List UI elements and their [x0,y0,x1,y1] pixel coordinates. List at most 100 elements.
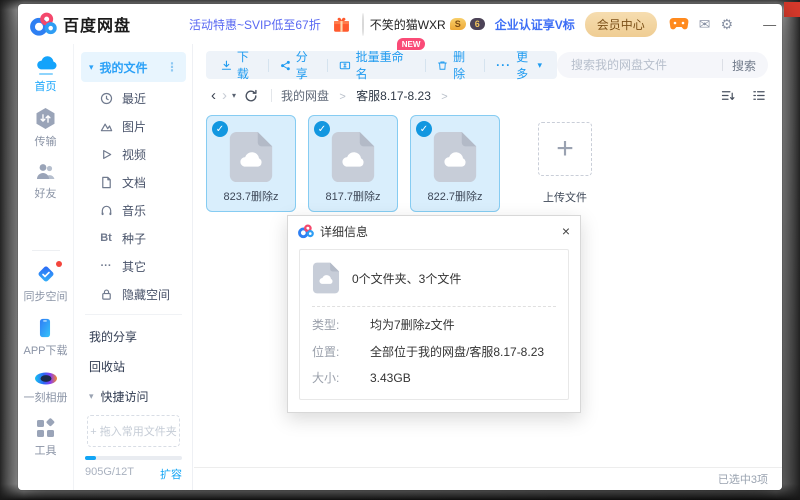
dialog-header: 详细信息 × [288,216,580,246]
batch-rename-label: 批量重命名 [356,48,407,82]
sidebar-item-videos[interactable]: 视频 [75,140,192,168]
clock-icon [99,91,113,105]
delete-button[interactable]: 删除 [426,48,484,82]
sidebar-item-my-files[interactable]: ▾ 我的文件 ⋮ [81,52,186,82]
sidebar-item-music[interactable]: 音乐 [75,196,192,224]
upload-label: 上传文件 [543,189,587,205]
file-card-1[interactable]: ✓ 823.7删除z [206,115,296,212]
enterprise-cert-link[interactable]: 企业认证享V标 [495,16,575,33]
storage-progress-fill [85,456,96,460]
breadcrumb-row: ‹ › ▾ 我的网盘 > 客服8.17-8.23 > [194,82,782,110]
search-box[interactable]: 搜索 [557,52,768,78]
sidebar-divider [85,314,182,315]
sidebar-item-recent[interactable]: 最近 [75,84,192,112]
details-dialog: 详细信息 × 0个文件夹、3个文件 类型: 均为7删除z文件 位置: [287,215,581,413]
detail-row-location: 位置: 全部位于我的网盘/客服8.17-8.23 [312,345,556,361]
plus-icon[interactable]: + [538,122,592,176]
selected-check-icon[interactable]: ✓ [314,121,330,137]
breadcrumb-current[interactable]: 客服8.17-8.23 [356,89,431,103]
rail-item-yike-album[interactable]: 一刻相册 [24,371,68,405]
gift-icon[interactable] [333,16,350,33]
rail-label-yike-album: 一刻相册 [24,389,68,405]
favorite-folder-dropzone[interactable]: + 拖入常用文件夹 [87,415,180,447]
rail-item-friends[interactable]: 好友 [34,162,58,201]
username[interactable]: 不笑的猫WXR [370,16,446,33]
hidden-space-label: 隐藏空间 [122,286,170,303]
refresh-button[interactable] [244,89,258,103]
documents-label: 文档 [122,174,146,191]
sidebar-item-torrents[interactable]: Bt 种子 [75,224,192,252]
rail-item-home[interactable]: 首页 [33,54,59,94]
upload-file-button[interactable]: + 上传文件 [520,115,610,212]
sort-button[interactable] [721,89,736,102]
storage-progress-bar[interactable] [85,456,182,460]
sidebar-item-hidden-space[interactable]: 隐藏空间 [75,280,192,308]
headphones-icon [99,203,113,217]
torrents-label: 种子 [122,230,146,247]
svip-badge[interactable]: S [450,18,466,30]
nav-forward-button[interactable]: › [219,87,230,104]
friends-people-icon [34,162,58,182]
search-input[interactable] [569,57,716,73]
rail-label-home: 首页 [35,78,57,94]
rail-item-transfer[interactable]: 传输 [34,107,57,149]
sidebar-item-quick-access[interactable]: ▾ 快捷访问 [75,381,192,411]
sidebar-item-recycle-bin[interactable]: 回收站 [75,351,192,381]
download-button[interactable]: 下载 [210,48,268,82]
rail-label-sync-space: 同步空间 [24,288,68,304]
selected-check-icon[interactable]: ✓ [416,121,432,137]
rail-label-app-download: APP下载 [23,342,67,358]
messages-icon[interactable]: ✉ [699,16,711,33]
kebab-menu-icon[interactable]: ⋮ [166,60,178,74]
trash-icon [437,59,448,72]
search-button[interactable]: 搜索 [732,57,756,74]
app-download-phone-icon [34,317,56,339]
status-bar: 已选中3项 [194,467,782,490]
nav-back-button[interactable]: ‹ [208,87,219,104]
document-icon [99,175,113,189]
sidebar-item-pictures[interactable]: 图片 [75,112,192,140]
member-center-button[interactable]: 会员中心 [585,12,657,37]
picture-icon [99,119,113,133]
sidebar-item-documents[interactable]: 文档 [75,168,192,196]
cloud-home-icon [33,54,59,72]
collapse-caret-icon[interactable]: ▾ [89,62,94,73]
quick-access-caret-icon[interactable]: ▾ [89,391,94,402]
videos-label: 视频 [122,146,146,163]
view-mode-button[interactable] [752,89,766,102]
file-grid: ✓ 823.7删除z ✓ 817.7删除z [194,110,782,217]
sidebar-item-other[interactable]: ··· 其它 [75,252,192,280]
rail-label-transfer: 传输 [35,133,57,149]
file-card-2[interactable]: ✓ 817.7删除z [308,115,398,212]
game-center-icon[interactable] [669,17,689,31]
more-button[interactable]: ··· 更多 ▾ [485,48,553,82]
rail-item-app-download[interactable]: APP下载 [23,317,67,358]
svip-promo-link[interactable]: 活动特惠~SVIP低至67折 [189,16,321,33]
share-button[interactable]: 分享 [269,48,327,82]
rail-item-tools[interactable]: 工具 [35,418,57,458]
minimize-button[interactable]: — [763,17,776,31]
file-name: 817.7删除z [325,188,380,204]
batch-rename-button[interactable]: 批量重命名 NEW [328,48,418,82]
expand-storage-link[interactable]: 扩容 [160,466,182,482]
breadcrumb-separator-2: > [441,91,447,103]
history-caret-icon[interactable]: ▾ [232,91,236,100]
rail-item-sync-space[interactable]: 同步空间 [24,263,68,304]
settings-gear-icon[interactable]: ⚙ [721,16,734,33]
batch-rename-icon [339,59,351,72]
storage-section: 905G/12T 扩容 [85,456,182,482]
dialog-body: 0个文件夹、3个文件 类型: 均为7删除z文件 位置: 全部位于我的网盘/客服8… [288,246,580,412]
breadcrumb-root[interactable]: 我的网盘 [281,89,329,103]
download-label: 下载 [237,48,257,82]
background-window-close-button[interactable] [784,2,800,17]
delete-label: 删除 [453,48,473,82]
dialog-close-icon[interactable]: × [562,224,570,238]
sidebar-item-my-share[interactable]: 我的分享 [75,321,192,351]
cloud-base-decor [39,73,53,75]
dialog-title: 详细信息 [320,223,368,240]
user-avatar[interactable] [362,13,364,36]
vip-level-badge[interactable]: 6 [470,18,485,30]
file-card-3[interactable]: ✓ 822.7删除z [410,115,500,212]
selected-check-icon[interactable]: ✓ [212,121,228,137]
sidebar: ▾ 我的文件 ⋮ 最近 图片 视频 [75,44,193,490]
